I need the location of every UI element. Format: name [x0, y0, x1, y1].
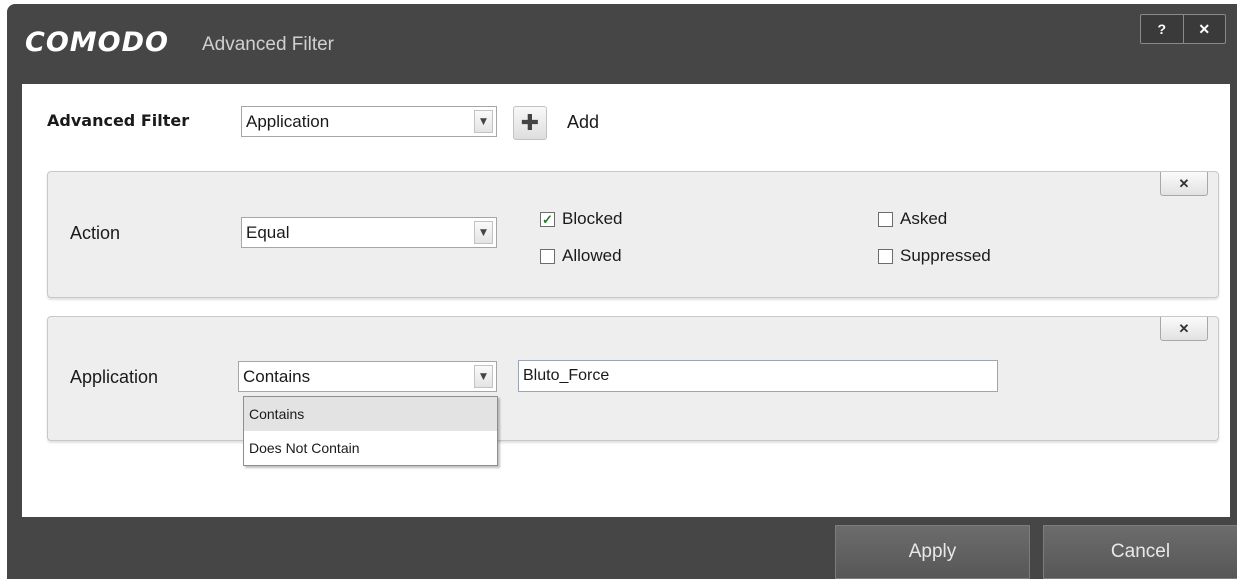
- filter-type-select[interactable]: Application ▼: [241, 106, 497, 137]
- advanced-filter-label: Advanced Filter: [47, 111, 190, 130]
- advanced-filter-window: COMODO Advanced Filter ? ✕ Advanced Filt…: [7, 4, 1237, 579]
- action-operator-select[interactable]: Equal ▼: [241, 217, 497, 248]
- close-icon: ✕: [1178, 320, 1190, 336]
- chevron-down-icon[interactable]: ▼: [474, 365, 493, 388]
- checkbox-icon[interactable]: [878, 211, 893, 227]
- apply-button[interactable]: Apply: [835, 525, 1030, 579]
- checkbox-label: Asked: [900, 209, 948, 228]
- filter-content: Advanced Filter Application ▼ ✚ Add ✕ Ac…: [22, 84, 1230, 517]
- checkbox-checked-icon[interactable]: ✓: [540, 211, 555, 227]
- help-button[interactable]: ?: [1141, 15, 1183, 43]
- action-filter-panel: ✕ Action Equal ▼ ✓ Blocked Asked Allowed: [47, 171, 1219, 298]
- application-name-value: Bluto_Force: [523, 367, 610, 384]
- filter-type-value: Application: [246, 112, 330, 131]
- chevron-down-icon[interactable]: ▼: [474, 221, 493, 244]
- dropdown-option-does-not-contain[interactable]: Does Not Contain: [244, 431, 497, 465]
- dropdown-option-contains[interactable]: Contains: [244, 397, 497, 431]
- application-name-input[interactable]: Bluto_Force: [518, 360, 998, 392]
- add-button[interactable]: ✚: [513, 106, 547, 140]
- operator-dropdown-list: Contains Does Not Contain: [243, 396, 498, 466]
- checkbox-asked[interactable]: Asked: [878, 209, 947, 229]
- application-label: Application: [70, 367, 159, 387]
- checkbox-icon[interactable]: [540, 248, 555, 264]
- action-operator-value: Equal: [246, 223, 290, 242]
- cancel-button[interactable]: Cancel: [1043, 525, 1237, 579]
- close-window-button[interactable]: ✕: [1182, 15, 1226, 43]
- application-operator-value: Contains: [243, 367, 311, 386]
- window-title: Advanced Filter: [202, 34, 335, 55]
- application-operator-select[interactable]: Contains ▼: [238, 361, 497, 392]
- remove-action-filter-button[interactable]: ✕: [1160, 172, 1208, 196]
- application-filter-panel: ✕ Application Contains ▼ Bluto_Force: [47, 316, 1219, 441]
- checkbox-suppressed[interactable]: Suppressed: [878, 246, 991, 266]
- checkbox-label: Allowed: [562, 246, 622, 265]
- checkbox-blocked[interactable]: ✓ Blocked: [540, 209, 622, 229]
- checkbox-label: Suppressed: [900, 246, 991, 265]
- close-icon: ✕: [1178, 175, 1190, 191]
- chevron-down-icon[interactable]: ▼: [474, 110, 493, 133]
- remove-application-filter-button[interactable]: ✕: [1160, 317, 1208, 341]
- title-bar: COMODO Advanced Filter ? ✕: [7, 4, 1237, 84]
- action-label: Action: [70, 223, 121, 243]
- plus-icon: ✚: [520, 110, 540, 136]
- add-label[interactable]: Add: [567, 112, 599, 133]
- window-controls: ? ✕: [1140, 14, 1226, 44]
- checkbox-icon[interactable]: [878, 248, 893, 264]
- comodo-logo: COMODO: [25, 27, 169, 58]
- checkbox-label: Blocked: [562, 209, 623, 228]
- checkbox-allowed[interactable]: Allowed: [540, 246, 622, 266]
